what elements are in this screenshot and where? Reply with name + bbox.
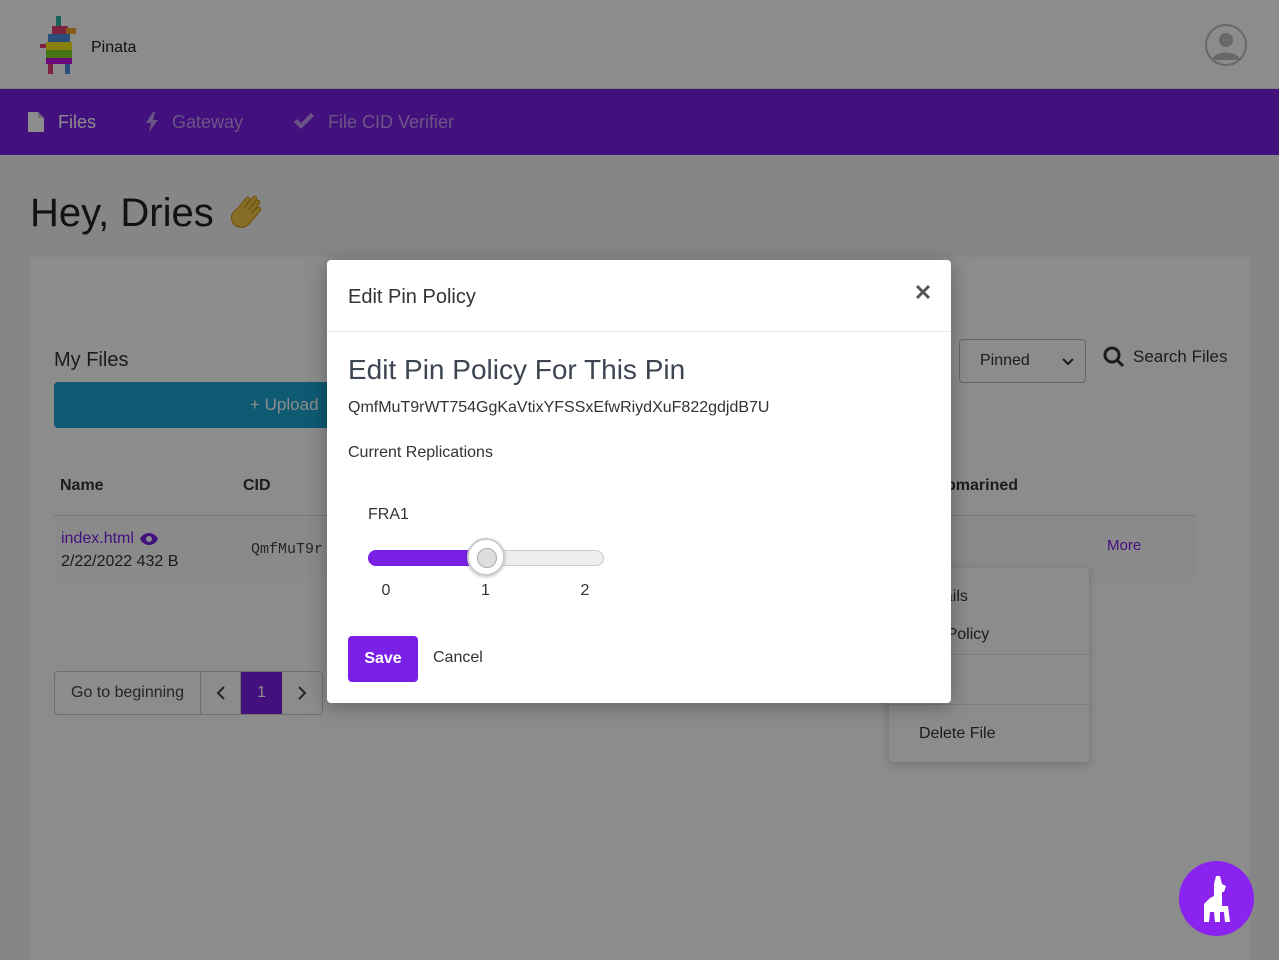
close-icon[interactable] (915, 284, 931, 300)
cancel-button[interactable]: Cancel (433, 649, 483, 667)
edit-pin-policy-modal: Edit Pin Policy Edit Pin Policy For This… (327, 260, 951, 703)
slider-tick-label: 1 (481, 582, 490, 599)
slider-tick-label: 0 (381, 582, 391, 599)
slider-handle[interactable] (467, 538, 505, 576)
pin-cid: QmfMuT9rWT754GgKaVtixYFSSxEfwRiydXuF822g… (348, 399, 770, 416)
replications-label: Current Replications (348, 444, 493, 461)
modal-title: Edit Pin Policy (348, 286, 476, 308)
help-chat-button[interactable] (1179, 861, 1254, 936)
slider-tick-label: 2 (580, 582, 590, 599)
modal-heading: Edit Pin Policy For This Pin (348, 354, 686, 385)
save-button[interactable]: Save (348, 636, 418, 682)
modal-header: Edit Pin Policy (327, 260, 951, 332)
replication-slider[interactable] (368, 538, 604, 576)
region-label: FRA1 (368, 506, 409, 523)
llama-icon (1203, 875, 1230, 922)
